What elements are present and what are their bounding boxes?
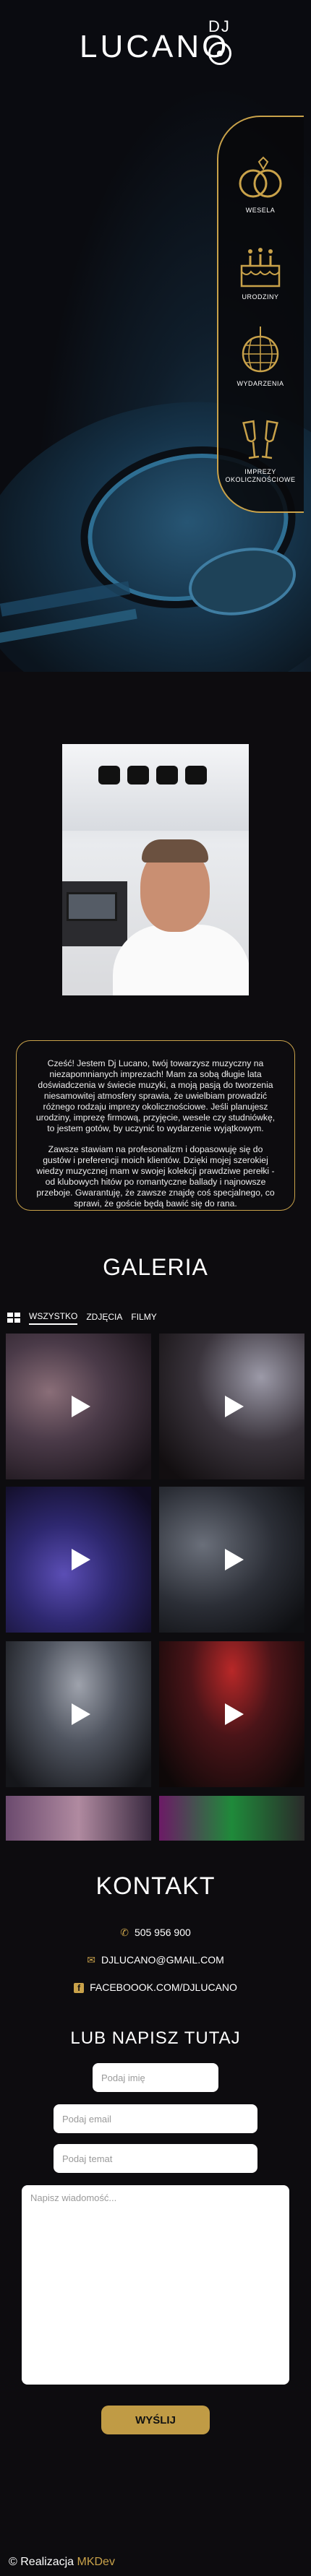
contact-phone[interactable]: ✆ 505 956 900 xyxy=(0,1927,311,1939)
gallery-item[interactable] xyxy=(6,1796,151,1841)
service-label: WESELA xyxy=(245,207,276,214)
gallery-item[interactable] xyxy=(159,1796,304,1841)
hero-section: DJ LUCANO WESELA URODZINY WYDARZENIA IMP… xyxy=(0,0,311,672)
name-input[interactable] xyxy=(93,2063,218,2092)
gallery-item[interactable] xyxy=(159,1334,304,1479)
service-item-weddings[interactable]: WESELA xyxy=(221,153,299,215)
contact-email[interactable]: ✉ DJLUCANO@GMAIL.COM xyxy=(0,1954,311,1966)
service-label: IMPREZY OKOLICZNOŚCIOWE xyxy=(225,468,296,483)
filter-videos[interactable]: FILMY xyxy=(131,1312,156,1324)
services-panel: WESELA URODZINY WYDARZENIA IMPREZY OKOLI… xyxy=(217,116,304,513)
site-logo[interactable]: DJ LUCANO xyxy=(80,16,239,66)
dj-portrait-photo xyxy=(62,744,249,995)
grid-icon[interactable] xyxy=(7,1313,20,1323)
play-icon xyxy=(224,1396,244,1417)
email-input[interactable] xyxy=(54,2104,257,2133)
contact-facebook[interactable]: f FACEBOOOK.COM/DJLUCANO xyxy=(0,1981,311,1993)
logo-wordmark: LUCANO xyxy=(80,29,230,64)
champagne-glasses-icon xyxy=(242,420,278,459)
email-text: DJLUCANO@GMAIL.COM xyxy=(101,1954,224,1966)
phone-text: 505 956 900 xyxy=(134,1927,191,1938)
gallery-item[interactable] xyxy=(159,1487,304,1633)
play-icon xyxy=(224,1703,244,1725)
service-item-occasional-parties[interactable]: IMPREZY OKOLICZNOŚCIOWE xyxy=(221,415,299,484)
message-textarea[interactable] xyxy=(22,2185,289,2385)
gallery-title: GALERIA xyxy=(103,1254,208,1280)
footer-credits: © Realizacja MKDev xyxy=(9,2556,115,2569)
play-icon xyxy=(71,1396,90,1417)
footer-brand-link[interactable]: MKDev xyxy=(77,2556,115,2568)
about-text-box: Cześć! Jestem Dj Lucano, twój towarzysz … xyxy=(16,1040,295,1211)
phone-icon: ✆ xyxy=(120,1927,129,1938)
service-item-events[interactable]: WYDARZENIA xyxy=(221,327,299,388)
about-paragraph-1: Cześć! Jestem Dj Lucano, twój towarzysz … xyxy=(35,1058,276,1133)
gallery-item[interactable] xyxy=(6,1334,151,1479)
gallery-filters: WSZYSTKO ZDJĘCIA FILMY xyxy=(7,1309,157,1326)
gallery-item[interactable] xyxy=(159,1641,304,1787)
birthday-cake-icon xyxy=(240,248,281,288)
filter-all[interactable]: WSZYSTKO xyxy=(29,1311,78,1325)
envelope-icon: ✉ xyxy=(87,1954,95,1966)
vinyl-record-icon xyxy=(208,42,231,65)
gallery-item[interactable] xyxy=(6,1641,151,1787)
play-icon xyxy=(71,1703,90,1725)
facebook-icon: f xyxy=(74,1983,85,1993)
disco-ball-icon xyxy=(242,327,279,373)
about-paragraph-2: Zawsze stawiam na profesonalizm i dopaso… xyxy=(36,1144,275,1209)
play-icon xyxy=(224,1549,244,1570)
footer-prefix: © Realizacja xyxy=(9,2556,74,2568)
service-item-birthdays[interactable]: URODZINY xyxy=(221,240,299,301)
form-title: LUB NAPISZ TUTAJ xyxy=(70,2028,241,2048)
filter-photos[interactable]: ZDJĘCIA xyxy=(86,1312,122,1324)
subject-input[interactable] xyxy=(54,2144,257,2173)
send-button[interactable]: WYŚLIJ xyxy=(101,2406,210,2434)
facebook-text: FACEBOOOK.COM/DJLUCANO xyxy=(90,1981,237,1993)
gallery-item[interactable] xyxy=(6,1487,151,1633)
service-label: WYDARZENIA xyxy=(237,380,284,387)
contact-title: KONTAKT xyxy=(95,1872,216,1900)
play-icon xyxy=(71,1549,90,1570)
service-label: URODZINY xyxy=(242,293,279,301)
wedding-rings-icon xyxy=(239,156,282,198)
